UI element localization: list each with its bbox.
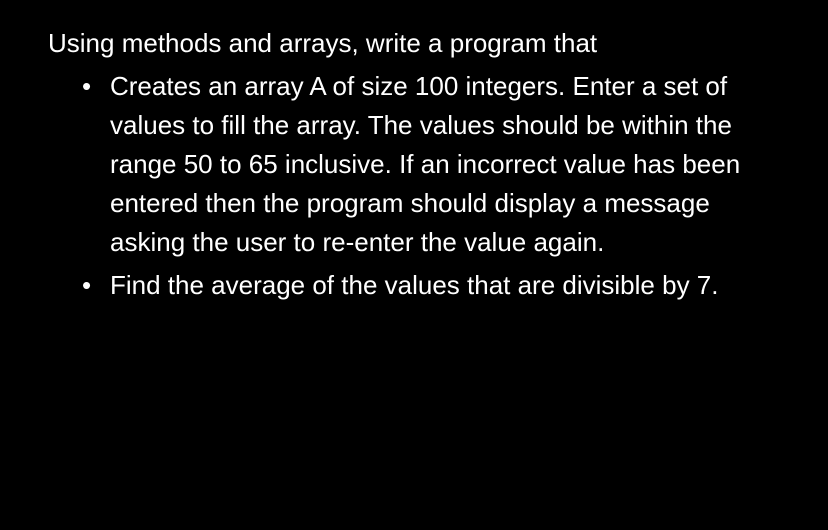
intro-text: Using methods and arrays, write a progra… — [48, 24, 780, 63]
bullet-list: Creates an array A of size 100 integers.… — [48, 67, 780, 305]
list-item: Creates an array A of size 100 integers.… — [82, 67, 780, 262]
list-item: Find the average of the values that are … — [82, 266, 780, 305]
